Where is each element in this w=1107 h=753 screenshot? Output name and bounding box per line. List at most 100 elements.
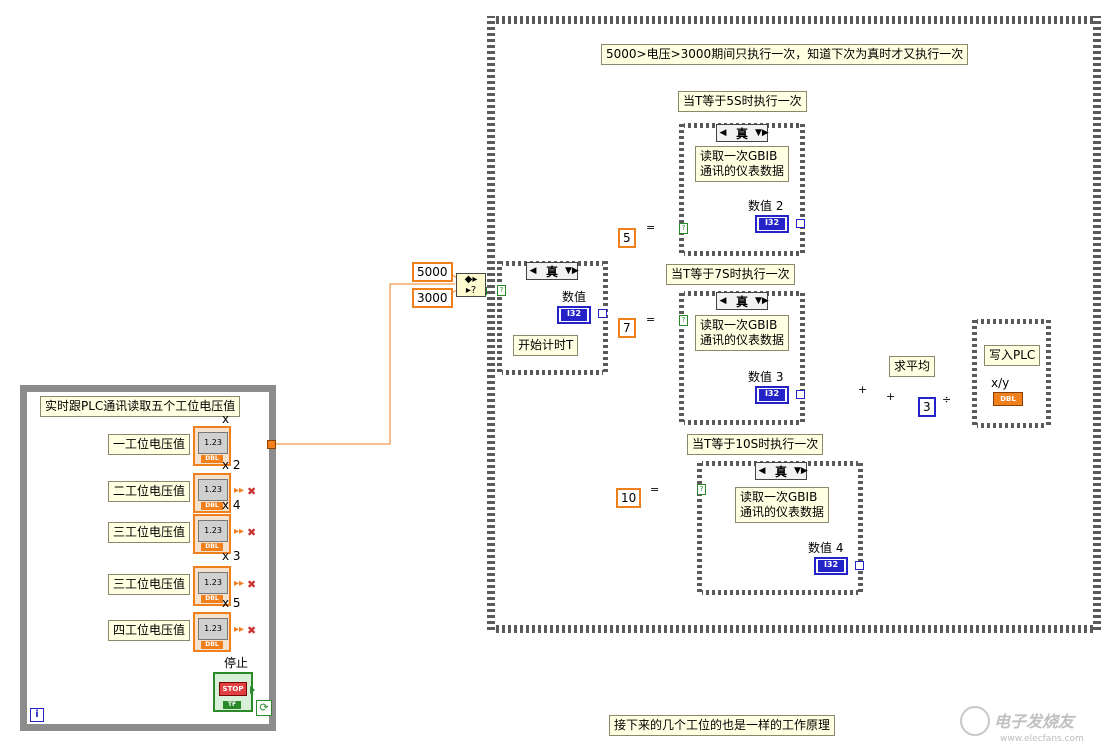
control-1-knob: 1.23 — [198, 432, 228, 454]
watermark-brand: 电子发烧友 — [994, 712, 1075, 731]
case-5s-value-label: 数值 2 — [748, 199, 784, 213]
control-4-knob: 1.23 — [198, 572, 228, 594]
average-label: 求平均 — [889, 356, 936, 377]
equal-7-symbol: = — [646, 313, 656, 326]
case-7s-selector[interactable]: ◀ 真 ▼▶ — [716, 292, 769, 310]
case-7s-value: 真 — [735, 294, 748, 309]
equal-5-symbol: = — [646, 221, 656, 234]
stop-button-face: STOP — [219, 682, 247, 696]
constant-lower[interactable]: 3000 — [412, 288, 453, 308]
case-7s-value-label: 数值 3 — [748, 370, 784, 384]
case-7s-value-terminal — [796, 390, 805, 399]
stop-button[interactable]: STOP TF — [213, 672, 253, 712]
loop-condition-terminal[interactable]: ⟳ — [256, 700, 272, 716]
timer-case-next-icon[interactable]: ▼▶ — [565, 266, 579, 276]
case-5s-prev-icon[interactable]: ◀ — [717, 128, 729, 138]
timer-case-selector[interactable]: ◀ 真 ▼▶ — [526, 262, 579, 280]
case-5s-selector-terminal: ? — [679, 223, 688, 234]
case-7s-title: 当T等于7S时执行一次 — [666, 264, 795, 285]
control-5-label: 四工位电压值 — [108, 620, 191, 641]
in-range-icon: ◆▸ ▸? — [464, 274, 478, 296]
control-2-label: 二工位电压值 — [108, 481, 191, 502]
case-5s-selector[interactable]: ◀ 真 ▼▶ — [716, 124, 769, 142]
case-10s-value-indicator: I32 — [814, 557, 848, 575]
control-4-broken-wire-icon: ✖ — [247, 578, 257, 591]
watermark-logo-icon — [960, 706, 990, 736]
control-1-terminal — [267, 440, 276, 449]
outer-case-note: 5000>电压>3000期间只执行一次，知道下次为真时才又执行一次 — [601, 44, 969, 65]
case-7s-next-icon[interactable]: ▼▶ — [755, 296, 769, 306]
case-7s-prev-icon[interactable]: ◀ — [717, 296, 729, 306]
case-7s-body: 读取一次GBIB 通讯的仪表数据 — [695, 315, 790, 351]
case-5s-value-terminal — [796, 219, 805, 228]
case-10s-selector-terminal: ? — [697, 484, 706, 495]
control-3-knob: 1.23 — [198, 520, 228, 542]
case-10s-right-border — [858, 461, 863, 595]
case-10s-constant[interactable]: 10 — [616, 488, 642, 508]
case-10s-selector[interactable]: ◀ 真 ▼▶ — [755, 462, 808, 480]
case-7s-bottom-border — [679, 420, 805, 425]
control-1-multiplier: x 2 — [222, 458, 241, 472]
constant-upper[interactable]: 5000 — [412, 262, 453, 282]
stop-terminal-arrow-icon — [250, 686, 255, 694]
iteration-label: i — [35, 709, 39, 720]
control-4-multiplier: x 5 — [222, 596, 241, 610]
timer-value-terminal — [598, 309, 607, 318]
timer-value-indicator: I32 — [557, 306, 591, 324]
case-5s-body: 读取一次GBIB 通讯的仪表数据 — [695, 146, 790, 182]
control-2-broken-wire-icon: ✖ — [247, 485, 257, 498]
plc-case-right-border — [1046, 319, 1051, 428]
wire-voltage — [271, 283, 455, 445]
timer-case-bottom-border — [497, 370, 608, 375]
case-5s-next-icon[interactable]: ▼▶ — [755, 128, 769, 138]
case-10s-prev-icon[interactable]: ◀ — [756, 466, 768, 476]
control-3-numeric[interactable]: 1.23 DBL — [193, 514, 231, 554]
in-range-node: ◆▸ ▸? — [456, 273, 486, 297]
timer-value-label: 数值 — [562, 290, 587, 304]
case-10s-bottom-border — [697, 590, 863, 595]
case-5s-constant[interactable]: 5 — [618, 228, 636, 248]
outer-case-right-border — [1093, 16, 1101, 633]
control-1-dbl-tag: DBL — [201, 455, 223, 463]
case-7s-constant[interactable]: 7 — [618, 318, 636, 338]
control-5-dbl-tag: DBL — [201, 641, 223, 649]
control-5-knob: 1.23 — [198, 618, 228, 640]
case-7s-selector-terminal: ? — [679, 315, 688, 326]
timer-case-prev-icon[interactable]: ◀ — [527, 266, 539, 276]
timer-case-selector-terminal: ? — [497, 285, 506, 296]
outer-case-top-border — [487, 16, 1101, 24]
write-plc-dbl-indicator: DBL — [993, 392, 1023, 406]
case-10s-next-icon[interactable]: ▼▶ — [794, 466, 808, 476]
case-10s-title: 当T等于10S时执行一次 — [687, 434, 824, 455]
footer-note: 接下来的几个工位的也是一样的工作原理 — [609, 715, 836, 736]
case-5s-right-border — [800, 123, 805, 256]
divisor-constant[interactable]: 3 — [918, 397, 936, 417]
control-2-multiplier: x 4 — [222, 498, 241, 512]
control-2-wire-arrow-icon: ▸▸ — [234, 485, 245, 496]
outer-case-bottom-border — [487, 625, 1101, 633]
case-7s-right-border — [800, 291, 805, 425]
control-3-multiplier: x 3 — [222, 549, 241, 563]
control-5-broken-wire-icon: ✖ — [247, 624, 257, 637]
control-3-broken-wire-icon: ✖ — [247, 526, 257, 539]
watermark-url: www.elecfans.com — [1000, 734, 1084, 744]
control-5-wire-arrow-icon: ▸▸ — [234, 624, 245, 635]
outer-case-left-border — [487, 16, 495, 633]
control-1-label: 一工位电压值 — [108, 434, 191, 455]
equal-10-symbol: = — [650, 483, 660, 496]
add-2-symbol: + — [886, 390, 896, 403]
case-5s-bottom-border — [679, 251, 805, 256]
case-5s-value-indicator: I32 — [755, 215, 789, 233]
iteration-terminal: i — [30, 708, 44, 722]
case-7s-value-indicator: I32 — [755, 386, 789, 404]
while-loop-title: 实时跟PLC通讯读取五个工位电压值 — [40, 396, 241, 417]
control-4-wire-arrow-icon: ▸▸ — [234, 578, 245, 589]
control-5-numeric[interactable]: 1.23 DBL — [193, 612, 231, 652]
stop-label: 停止 — [224, 656, 249, 670]
control-1-index: x — [222, 412, 230, 426]
control-2-dbl-tag: DBL — [201, 502, 223, 510]
case-10s-value-label: 数值 4 — [808, 541, 844, 555]
control-3-wire-arrow-icon: ▸▸ — [234, 526, 245, 537]
timer-case-body: 开始计时T — [513, 335, 579, 356]
add-1-symbol: + — [858, 383, 868, 396]
